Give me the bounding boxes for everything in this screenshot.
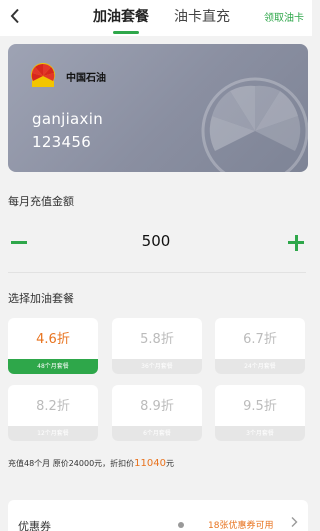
fuel-card: 中国石油 ganjiaxin 123456 — [8, 44, 308, 172]
top-bar: 加油套餐 油卡直充 领取油卡 — [0, 0, 312, 36]
divider — [8, 272, 306, 273]
card-brand: 中国石油 — [66, 73, 106, 84]
package-option-48[interactable]: 4.6折 48个月套餐 — [8, 318, 98, 374]
amount-value: 500 — [141, 232, 171, 250]
package-discount: 4.6折 — [36, 332, 70, 347]
card-username: ganjiaxin — [32, 110, 103, 128]
package-option-6[interactable]: 8.9折 6个月套餐 — [112, 385, 202, 441]
tab-card-recharge[interactable]: 油卡直充 — [174, 6, 230, 28]
package-discount: 8.9折 — [140, 399, 174, 414]
package-option-36[interactable]: 5.8折 36个月套餐 — [112, 318, 202, 374]
package-term: 24个月套餐 — [215, 359, 305, 374]
coupon-row[interactable]: 优惠券 18张优惠券可用 — [8, 500, 308, 531]
card-number: 123456 — [32, 133, 92, 151]
package-discount: 9.5折 — [243, 399, 277, 414]
package-term: 12个月套餐 — [8, 426, 98, 441]
back-button[interactable] — [6, 6, 24, 26]
summary-text: 充值48个月 原价24000元，折扣价 — [8, 459, 135, 468]
petrochina-logo-icon — [31, 63, 55, 87]
coupon-dot-icon — [178, 522, 184, 528]
active-tab-indicator — [113, 31, 139, 34]
chevron-left-icon — [10, 8, 19, 24]
tab-fuel-package[interactable]: 加油套餐 — [93, 6, 149, 28]
monthly-amount-label: 每月充值金额 — [8, 195, 74, 208]
package-term: 6个月套餐 — [112, 426, 202, 441]
package-discount: 5.8折 — [140, 332, 174, 347]
package-term: 36个月套餐 — [112, 359, 202, 374]
price-summary: 充值48个月 原价24000元，折扣价11040元 — [8, 458, 174, 469]
package-term: 3个月套餐 — [215, 426, 305, 441]
package-discount: 6.7折 — [243, 332, 277, 347]
package-option-12[interactable]: 8.2折 12个月套餐 — [8, 385, 98, 441]
package-option-24[interactable]: 6.7折 24个月套餐 — [215, 318, 305, 374]
amount-stepper: 500 — [0, 222, 312, 262]
summary-unit: 元 — [165, 459, 174, 468]
package-term: 48个月套餐 — [8, 359, 98, 374]
petrochina-watermark-icon — [201, 77, 308, 172]
claim-card-link[interactable]: 领取油卡 — [264, 9, 304, 24]
increase-button-vertical[interactable] — [294, 235, 298, 251]
coupon-available: 18张优惠券可用 — [208, 521, 274, 531]
package-discount: 8.2折 — [36, 399, 70, 414]
chevron-right-icon — [291, 517, 298, 527]
package-option-3[interactable]: 9.5折 3个月套餐 — [215, 385, 305, 441]
coupon-label: 优惠券 — [18, 520, 51, 531]
package-section-label: 选择加油套餐 — [8, 292, 74, 305]
discount-price: 11040 — [134, 458, 166, 469]
